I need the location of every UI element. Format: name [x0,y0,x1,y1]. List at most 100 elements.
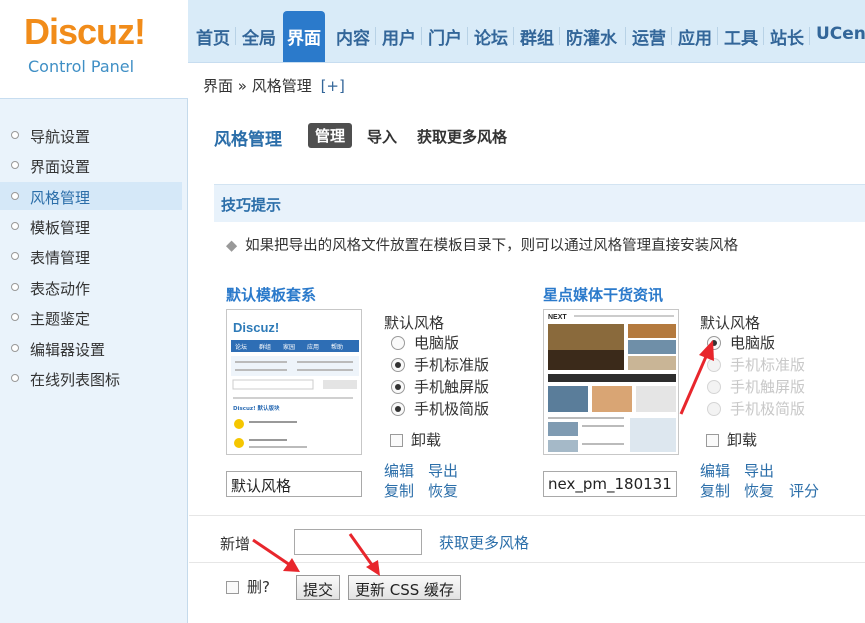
radio-label: 手机标准版 [730,356,806,374]
export-link[interactable]: 导出 [744,460,774,481]
nav-separator [375,27,376,45]
nav-ucenter[interactable]: UCen [816,24,865,44]
thumb1-section: Discuz! 默认版块 [233,404,280,412]
radio-desktop-nex[interactable]: 电脑版 [707,332,775,352]
sidebar-item-nav-settings[interactable]: 导航设置 [0,121,182,149]
nav-separator [559,27,560,45]
tab-manage[interactable]: 管理 [308,123,353,148]
sidebar-item-interface-settings[interactable]: 界面设置 [0,151,182,179]
sidebar-item-style-management[interactable]: 风格管理 [0,182,182,210]
nav-separator [421,27,422,45]
bullet-icon [11,344,19,352]
bullet-icon [11,222,19,230]
nav-portal[interactable]: 门户 [428,24,462,49]
radio-label: 手机触屏版 [730,378,806,396]
radio-label: 手机极简版 [414,400,490,418]
nav-users[interactable]: 用户 [382,24,416,49]
checkbox[interactable] [226,581,239,594]
style-name-input-default[interactable]: 默认风格 [226,471,362,497]
tips-header: 技巧提示 [214,184,865,222]
checkbox-label: 卸载 [727,431,758,449]
nav-tools[interactable]: 工具 [724,24,758,49]
default-style-label-default: 默认风格 [384,314,445,332]
radio-desktop[interactable]: 电脑版 [391,332,459,352]
uninstall-checkbox-default[interactable]: 卸载 [390,429,441,449]
checkbox[interactable] [706,434,719,447]
nav-anti-spam[interactable]: 防灌水 [566,24,617,49]
nav-groups[interactable]: 群组 [520,24,554,49]
tab-import[interactable]: 导入 [367,126,397,147]
refresh-css-cache-button[interactable]: 更新 CSS 缓存 [348,575,462,600]
radio-label: 手机触屏版 [414,378,490,396]
radio-button[interactable] [391,358,405,372]
style-name-default[interactable]: 默认模板套系 [226,284,316,305]
logo[interactable]: Discuz! Control Panel [0,0,188,98]
nav-interface[interactable]: 界面 [283,11,325,62]
bullet-icon [11,313,19,321]
get-more-styles-link[interactable]: 获取更多风格 [439,532,529,553]
thumb1-tab: 应用 [307,343,319,351]
sidebar-item-emoji-management[interactable]: 表情管理 [0,242,182,270]
logo-wordmark: Discuz! [24,11,146,52]
nav-separator [671,27,672,45]
restore-link[interactable]: 恢复 [744,480,774,501]
thumb1-logo: Discuz! [233,320,279,335]
radio-mobile-minimal[interactable]: 手机极简版 [391,398,489,418]
radio-button[interactable] [391,380,405,394]
copy-link[interactable]: 复制 [384,480,414,501]
radio-mobile-standard[interactable]: 手机标准版 [391,354,489,374]
thumb1-tab: 论坛 [235,343,247,351]
admin-control-panel: Discuz! Control Panel 首页 全局 界面 内容 用户 门户 … [0,0,865,623]
nav-content[interactable]: 内容 [336,24,370,49]
nav-operations[interactable]: 运营 [632,24,666,49]
breadcrumb: 界面 » 风格管理 [+] [188,62,865,98]
add-style-row: 新增 获取更多风格 [189,515,865,562]
sidebar-item-label: 界面设置 [30,158,91,176]
sidebar-item-reactions[interactable]: 表态动作 [0,273,182,301]
breadcrumb-page: 风格管理 [251,77,312,95]
radio-button[interactable] [391,336,405,350]
thumb1-tab: 群组 [259,343,271,351]
nav-apps[interactable]: 应用 [678,24,712,49]
radio-mobile-touch[interactable]: 手机触屏版 [391,376,489,396]
style-name-nex[interactable]: 星点媒体干货资讯 [543,284,663,305]
restore-link[interactable]: 恢复 [428,480,458,501]
bullet-icon [11,192,19,200]
sidebar-item-thread-stamps[interactable]: 主题鉴定 [0,303,182,331]
uninstall-checkbox-nex[interactable]: 卸载 [706,429,757,449]
radio-button [707,358,721,372]
edit-link[interactable]: 编辑 [700,460,730,481]
style-thumbnail-nex[interactable]: NEXT [543,309,679,455]
new-style-input[interactable] [294,529,422,555]
radio-button[interactable] [391,402,405,416]
thumbnail-image: NEXT [544,310,678,454]
radio-button[interactable] [707,336,721,350]
sidebar-item-template-management[interactable]: 模板管理 [0,212,182,240]
edit-link[interactable]: 编辑 [384,460,414,481]
bullet-icon [11,161,19,169]
nav-separator [513,27,514,45]
submit-button[interactable]: 提交 [296,575,341,600]
style-thumbnail-default[interactable]: Discuz! 论坛 群组 家园 应用 帮助 Discuz! 默认版块 [226,309,362,455]
nav-webmaster[interactable]: 站长 [770,24,804,49]
tip-content: 如果把导出的风格文件放置在模板目录下，则可以通过风格管理直接安装风格 [245,238,739,254]
export-link[interactable]: 导出 [428,460,458,481]
copy-link[interactable]: 复制 [700,480,730,501]
bullet-icon: ◆ [226,238,238,254]
rate-link[interactable]: 评分 [789,480,819,501]
sidebar-item-editor-settings[interactable]: 编辑器设置 [0,334,182,362]
tab-get-more-styles[interactable]: 获取更多风格 [417,126,507,147]
nav-forum[interactable]: 论坛 [474,24,508,49]
checkbox[interactable] [390,434,403,447]
thumbnail-image: Discuz! 论坛 群组 家园 应用 帮助 Discuz! 默认版块 [227,310,361,454]
sidebar-item-online-list-icons[interactable]: 在线列表图标 [0,364,182,392]
nav-global[interactable]: 全局 [242,24,276,49]
breadcrumb-section[interactable]: 界面 [203,77,233,95]
nav-separator [717,27,718,45]
style-name-input-nex[interactable]: nex_pm_180131 [543,471,677,497]
nav-home[interactable]: 首页 [196,24,230,49]
delete-checkbox[interactable]: 删? [226,576,270,596]
nav-separator [625,27,626,45]
thumb1-tab: 家园 [283,343,295,351]
add-shortcut-button[interactable]: [+] [321,77,345,95]
